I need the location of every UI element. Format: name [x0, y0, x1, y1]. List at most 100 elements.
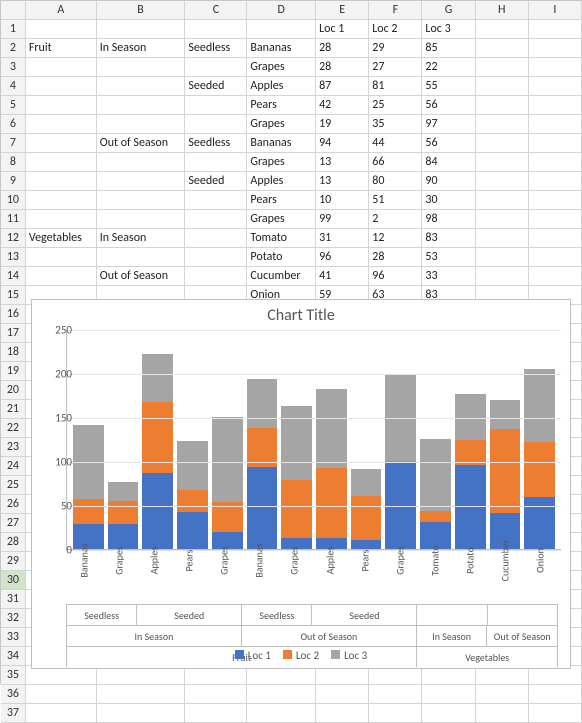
spreadsheet[interactable]: { "columns": ["A","B","C","D","E","F","G…	[0, 0, 582, 684]
cell[interactable]: Out of Season	[96, 134, 185, 153]
cell[interactable]: 19	[316, 115, 369, 134]
cell[interactable]: In Season	[96, 39, 185, 58]
select-all-corner[interactable]	[1, 1, 25, 20]
col-header-D[interactable]: D	[247, 1, 316, 20]
cell[interactable]	[475, 685, 528, 704]
cell[interactable]: 87	[316, 77, 369, 96]
cell[interactable]: 31	[316, 229, 369, 248]
row-header[interactable]: 8	[1, 153, 25, 172]
legend-item-loc2[interactable]: Loc 2	[283, 649, 319, 662]
cell[interactable]	[475, 704, 528, 723]
cell[interactable]: 12	[369, 229, 422, 248]
row-header[interactable]: 5	[1, 96, 25, 115]
cell[interactable]	[475, 172, 528, 191]
col-header-H[interactable]: H	[475, 1, 528, 20]
cell[interactable]: 41	[316, 267, 369, 286]
cell[interactable]: Loc 1	[316, 20, 369, 39]
bar[interactable]	[490, 330, 521, 549]
cell[interactable]: 28	[369, 248, 422, 267]
cell[interactable]	[96, 20, 185, 39]
row-header[interactable]: 31	[1, 590, 25, 609]
row-header[interactable]: 19	[1, 362, 25, 381]
cell[interactable]: 66	[369, 153, 422, 172]
cell[interactable]: 2	[369, 210, 422, 229]
bar[interactable]	[385, 330, 416, 549]
col-header-C[interactable]: C	[185, 1, 247, 20]
cell[interactable]: 98	[422, 210, 475, 229]
cell[interactable]	[422, 685, 475, 704]
cell[interactable]	[96, 172, 185, 191]
row-header[interactable]: 17	[1, 324, 25, 343]
cell[interactable]	[369, 685, 422, 704]
cell[interactable]: Potato	[247, 248, 316, 267]
cell[interactable]	[475, 153, 528, 172]
row-header[interactable]: 32	[1, 609, 25, 628]
bar[interactable]	[212, 330, 243, 549]
cell[interactable]	[25, 267, 96, 286]
cell[interactable]	[475, 115, 528, 134]
bar[interactable]	[455, 330, 486, 549]
cell[interactable]: Seedless	[185, 39, 247, 58]
cell[interactable]	[25, 704, 96, 723]
cell[interactable]	[25, 77, 96, 96]
row-header[interactable]: 9	[1, 172, 25, 191]
cell[interactable]: Seeded	[185, 77, 247, 96]
col-header-I[interactable]: I	[528, 1, 581, 20]
row-header[interactable]: 26	[1, 495, 25, 514]
cell[interactable]	[96, 58, 185, 77]
row-header[interactable]: 22	[1, 419, 25, 438]
cell[interactable]: 94	[316, 134, 369, 153]
cell[interactable]: Cucumber	[247, 267, 316, 286]
cell[interactable]: 28	[316, 58, 369, 77]
cell[interactable]: 51	[369, 191, 422, 210]
cell[interactable]	[25, 210, 96, 229]
cell[interactable]: Loc 3	[422, 20, 475, 39]
cell[interactable]	[25, 96, 96, 115]
cell[interactable]: 25	[369, 96, 422, 115]
cell[interactable]	[247, 20, 316, 39]
cell[interactable]	[247, 685, 316, 704]
col-header-F[interactable]: F	[369, 1, 422, 20]
cell[interactable]	[316, 685, 369, 704]
cell[interactable]	[25, 685, 96, 704]
cell[interactable]	[528, 20, 581, 39]
row-header[interactable]: 20	[1, 381, 25, 400]
cell[interactable]: 44	[369, 134, 422, 153]
cell[interactable]	[528, 96, 581, 115]
bar[interactable]	[108, 330, 139, 549]
cell[interactable]	[528, 267, 581, 286]
cell[interactable]: Grapes	[247, 115, 316, 134]
cell[interactable]: Tomato	[247, 229, 316, 248]
cell[interactable]	[528, 210, 581, 229]
cell[interactable]	[475, 229, 528, 248]
cell[interactable]	[185, 58, 247, 77]
cell[interactable]: 85	[422, 39, 475, 58]
cell[interactable]	[316, 704, 369, 723]
row-header[interactable]: 36	[1, 685, 25, 704]
cell[interactable]	[25, 153, 96, 172]
cell[interactable]	[96, 77, 185, 96]
cell[interactable]	[25, 134, 96, 153]
cell[interactable]: Seedless	[185, 134, 247, 153]
cell[interactable]	[185, 20, 247, 39]
cell[interactable]: 30	[422, 191, 475, 210]
bar[interactable]	[142, 330, 173, 549]
cell[interactable]	[369, 704, 422, 723]
cell[interactable]	[528, 39, 581, 58]
cell[interactable]: 33	[422, 267, 475, 286]
bar[interactable]	[281, 330, 312, 549]
cell[interactable]: 35	[369, 115, 422, 134]
cell[interactable]: 13	[316, 153, 369, 172]
cell[interactable]	[185, 153, 247, 172]
cell[interactable]: 96	[369, 267, 422, 286]
cell[interactable]: Out of Season	[96, 267, 185, 286]
col-header-E[interactable]: E	[316, 1, 369, 20]
cell[interactable]	[96, 685, 185, 704]
cell[interactable]	[96, 115, 185, 134]
cell[interactable]: In Season	[96, 229, 185, 248]
row-header[interactable]: 28	[1, 533, 25, 552]
cell[interactable]: 81	[369, 77, 422, 96]
cell[interactable]	[247, 704, 316, 723]
cell[interactable]: 53	[422, 248, 475, 267]
cell[interactable]	[185, 96, 247, 115]
